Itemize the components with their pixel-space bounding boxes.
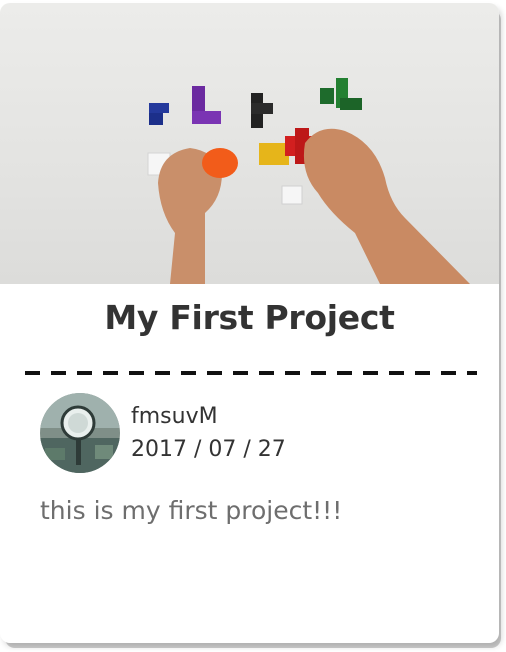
avatar-image — [40, 393, 120, 473]
clear-block-b — [281, 185, 303, 205]
project-description: this is my first project!!! — [40, 496, 343, 525]
black-block-arm — [251, 103, 273, 114]
project-thumbnail[interactable] — [0, 3, 499, 284]
green-block — [320, 88, 334, 104]
project-title[interactable]: My First Project — [0, 298, 499, 337]
author-name[interactable]: fmsuvM — [131, 404, 218, 429]
orange-block — [202, 148, 238, 178]
purple-block-foot — [192, 111, 221, 124]
right-hand — [303, 128, 470, 284]
project-card[interactable]: My First Project fmsuvM 2017 / 07 / 27 t… — [0, 3, 499, 643]
blue-block-top — [149, 103, 169, 113]
green-block-c — [340, 98, 362, 110]
project-photo-image — [147, 78, 470, 284]
user-avatar-icon[interactable] — [40, 393, 120, 473]
dashed-divider — [25, 371, 477, 375]
project-date: 2017 / 07 / 27 — [131, 437, 286, 462]
yellow-block — [259, 143, 289, 165]
